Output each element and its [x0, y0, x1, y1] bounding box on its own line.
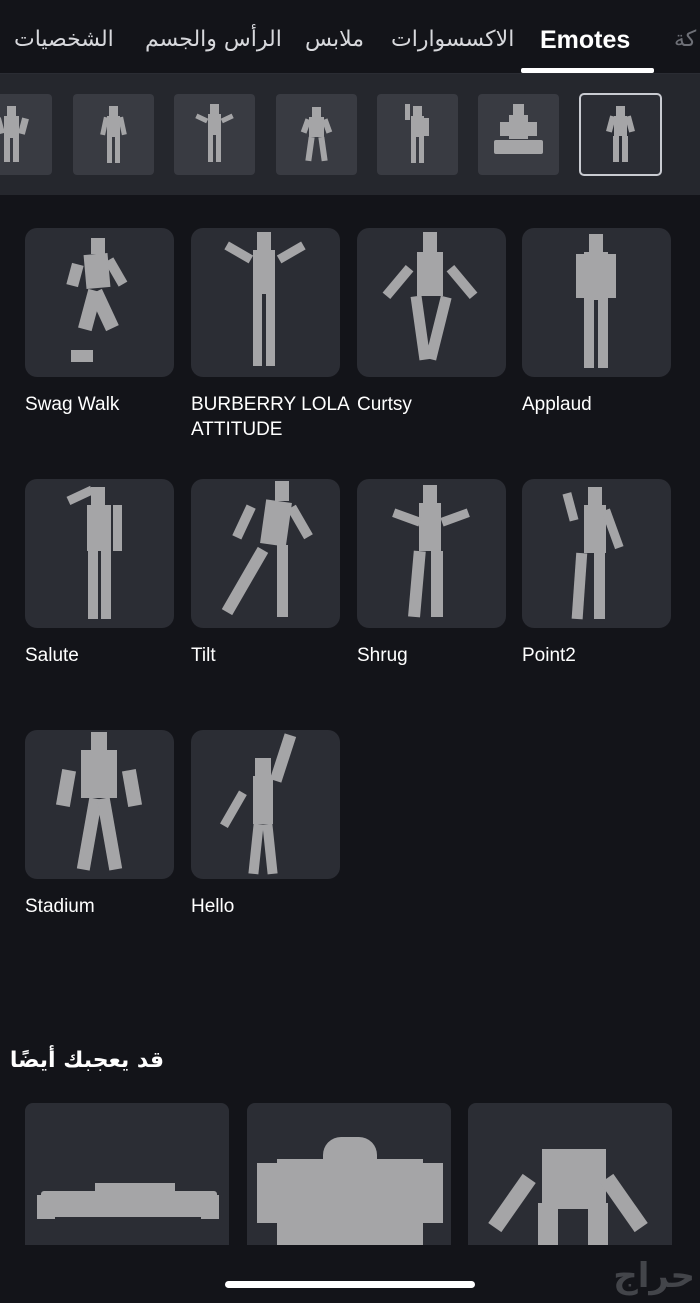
avatar-thumbnail [562, 487, 624, 620]
tab-emotes[interactable]: Emotes [540, 24, 630, 56]
avatar-thumbnail [257, 1137, 443, 1245]
recommended-item[interactable] [25, 1103, 229, 1245]
emote-name: Hello [191, 896, 235, 917]
recommended-item[interactable] [468, 1103, 672, 1245]
emote-card-applaud[interactable] [522, 228, 671, 377]
emote-name: Point2 [522, 645, 576, 666]
home-indicator [225, 1281, 475, 1288]
subcategory-strip[interactable] [0, 74, 700, 195]
avatar-sitting-icon [494, 104, 543, 154]
tab-characters[interactable]: الشخصيات [14, 24, 114, 56]
subcategory-thumb[interactable] [276, 94, 357, 175]
avatar-thumbnail [224, 232, 306, 366]
avatar-pose-icon [195, 104, 234, 162]
tab-head-and-body[interactable]: الرأس والجسم [145, 24, 282, 56]
emote-card-hello[interactable] [191, 730, 340, 879]
emote-name: Stadium [25, 896, 95, 917]
subcategory-thumb[interactable] [174, 94, 255, 175]
tab-accessories[interactable]: الاكسسوارات [391, 24, 514, 56]
avatar-thumbnail [66, 238, 128, 362]
emote-card-point2[interactable] [522, 479, 671, 628]
avatar-thumbnail [392, 485, 470, 618]
avatar-pose-icon [0, 106, 29, 162]
subcategory-thumb[interactable] [377, 94, 458, 175]
category-tab-bar: الشخصيات الرأس والجسم ملابس الاكسسوارات … [0, 0, 700, 74]
avatar-pose-icon [606, 106, 635, 162]
avatar-thumbnail [66, 485, 122, 619]
emote-name: BURBERRY LOLA ATTITUDE [191, 394, 349, 440]
avatar-pose-icon [405, 104, 429, 163]
tab-partial[interactable]: كة [674, 24, 696, 56]
subcategory-thumb-selected[interactable] [579, 93, 662, 176]
emote-name: Tilt [191, 645, 216, 666]
avatar-thumbnail [220, 733, 297, 875]
avatar-thumbnail [221, 481, 313, 617]
avatar-pose-icon [300, 107, 333, 162]
emote-card-shrug[interactable] [357, 479, 506, 628]
emote-card-salute[interactable] [25, 479, 174, 628]
avatar-thumbnail [37, 1183, 219, 1219]
emote-name: Applaud [522, 394, 592, 415]
subcategory-thumb[interactable] [73, 94, 154, 175]
avatar-thumbnail [55, 732, 143, 871]
recommended-item[interactable] [247, 1103, 451, 1245]
subcategory-thumb[interactable] [478, 94, 559, 175]
emote-card-burberry-lola-attitude[interactable] [191, 228, 340, 377]
avatar-thumbnail [382, 232, 478, 361]
recommended-section-title: قد يعجبك أيضًا [9, 1048, 164, 1073]
emote-card-curtsy[interactable] [357, 228, 506, 377]
emote-name: Swag Walk [25, 394, 120, 415]
active-tab-indicator [521, 68, 654, 73]
emote-name: Shrug [357, 645, 408, 666]
emote-card-tilt[interactable] [191, 479, 340, 628]
avatar-pose-icon [100, 106, 127, 163]
avatar-thumbnail [488, 1149, 648, 1245]
avatar-thumbnail [576, 234, 616, 368]
tab-clothing[interactable]: ملابس [305, 24, 364, 56]
watermark-logo: حراج [613, 1256, 695, 1296]
emote-card-swag-walk[interactable] [25, 228, 174, 377]
emote-name: Salute [25, 645, 79, 666]
emote-card-stadium[interactable] [25, 730, 174, 879]
emote-name: Curtsy [357, 394, 412, 415]
subcategory-thumb[interactable] [0, 94, 52, 175]
